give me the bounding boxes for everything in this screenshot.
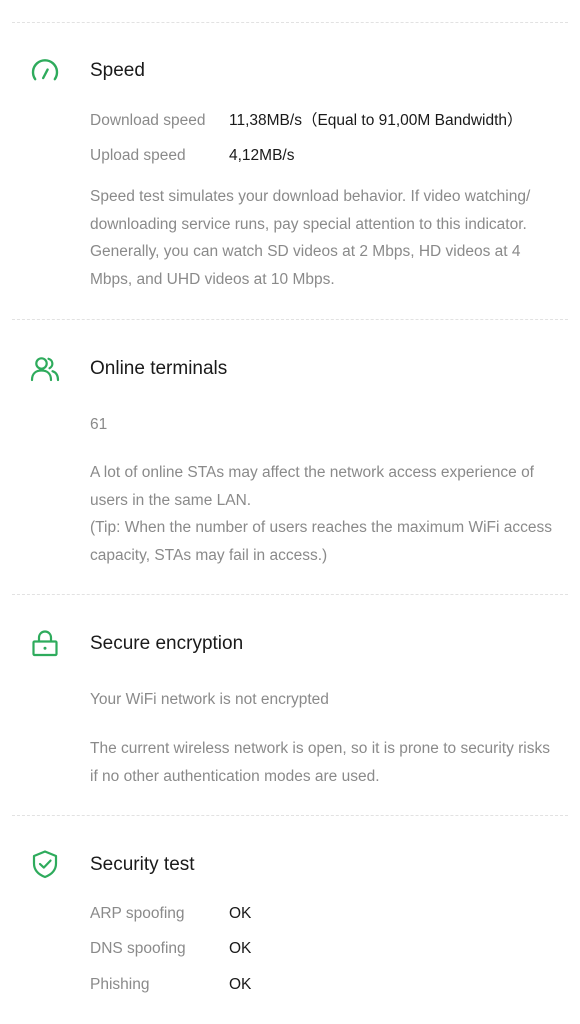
download-speed-value: 11,38MB/s（Equal to 91,00M Bandwidth） bbox=[229, 112, 523, 129]
security-title: Security test bbox=[90, 854, 195, 875]
encryption-title: Secure encryption bbox=[90, 633, 244, 654]
security-item-value: OK bbox=[229, 905, 252, 922]
divider-encryption bbox=[12, 815, 568, 816]
shield-check-icon bbox=[30, 849, 60, 879]
security-item-value: OK bbox=[229, 940, 252, 957]
upload-speed-label: Upload speed bbox=[90, 147, 186, 164]
terminals-description-text: A lot of online STAs may affect the netw… bbox=[90, 464, 534, 509]
upload-speed-value: 4,12MB/s bbox=[229, 147, 295, 164]
security-item-row: DNS spoofing OK bbox=[90, 939, 560, 959]
divider-speed bbox=[12, 319, 568, 320]
security-item-row: Phishing OK bbox=[90, 975, 560, 995]
encryption-status: Your WiFi network is not encrypted bbox=[90, 691, 329, 708]
divider-top bbox=[12, 22, 568, 23]
lock-icon bbox=[30, 629, 60, 659]
terminals-count: 61 bbox=[90, 416, 108, 433]
security-item-value: OK bbox=[229, 976, 252, 993]
terminals-title: Online terminals bbox=[90, 358, 228, 379]
encryption-description: The current wireless network is open, so… bbox=[90, 735, 560, 790]
security-item-label: Phishing bbox=[90, 976, 150, 993]
speed-description: Speed test simulates your download behav… bbox=[90, 183, 560, 293]
upload-speed-row: Upload speed 4,12MB/s bbox=[90, 146, 560, 166]
security-item-label: ARP spoofing bbox=[90, 905, 185, 922]
users-icon bbox=[30, 354, 60, 384]
security-item-label: DNS spoofing bbox=[90, 940, 186, 957]
divider-terminals bbox=[12, 594, 568, 595]
encryption-description-text: The current wireless network is open, so… bbox=[90, 740, 551, 785]
speedometer-icon bbox=[30, 56, 60, 86]
security-item-row: ARP spoofing OK bbox=[90, 904, 560, 924]
download-speed-label: Download speed bbox=[90, 112, 206, 129]
speed-title: Speed bbox=[90, 60, 145, 81]
terminals-tip-text: (Tip: When the number of users reaches t… bbox=[90, 519, 552, 564]
download-speed-row: Download speed 11,38MB/s（Equal to 91,00M… bbox=[90, 111, 560, 131]
terminals-description: A lot of online STAs may affect the netw… bbox=[90, 459, 560, 569]
speed-description-text: Speed test simulates your download behav… bbox=[90, 188, 531, 288]
